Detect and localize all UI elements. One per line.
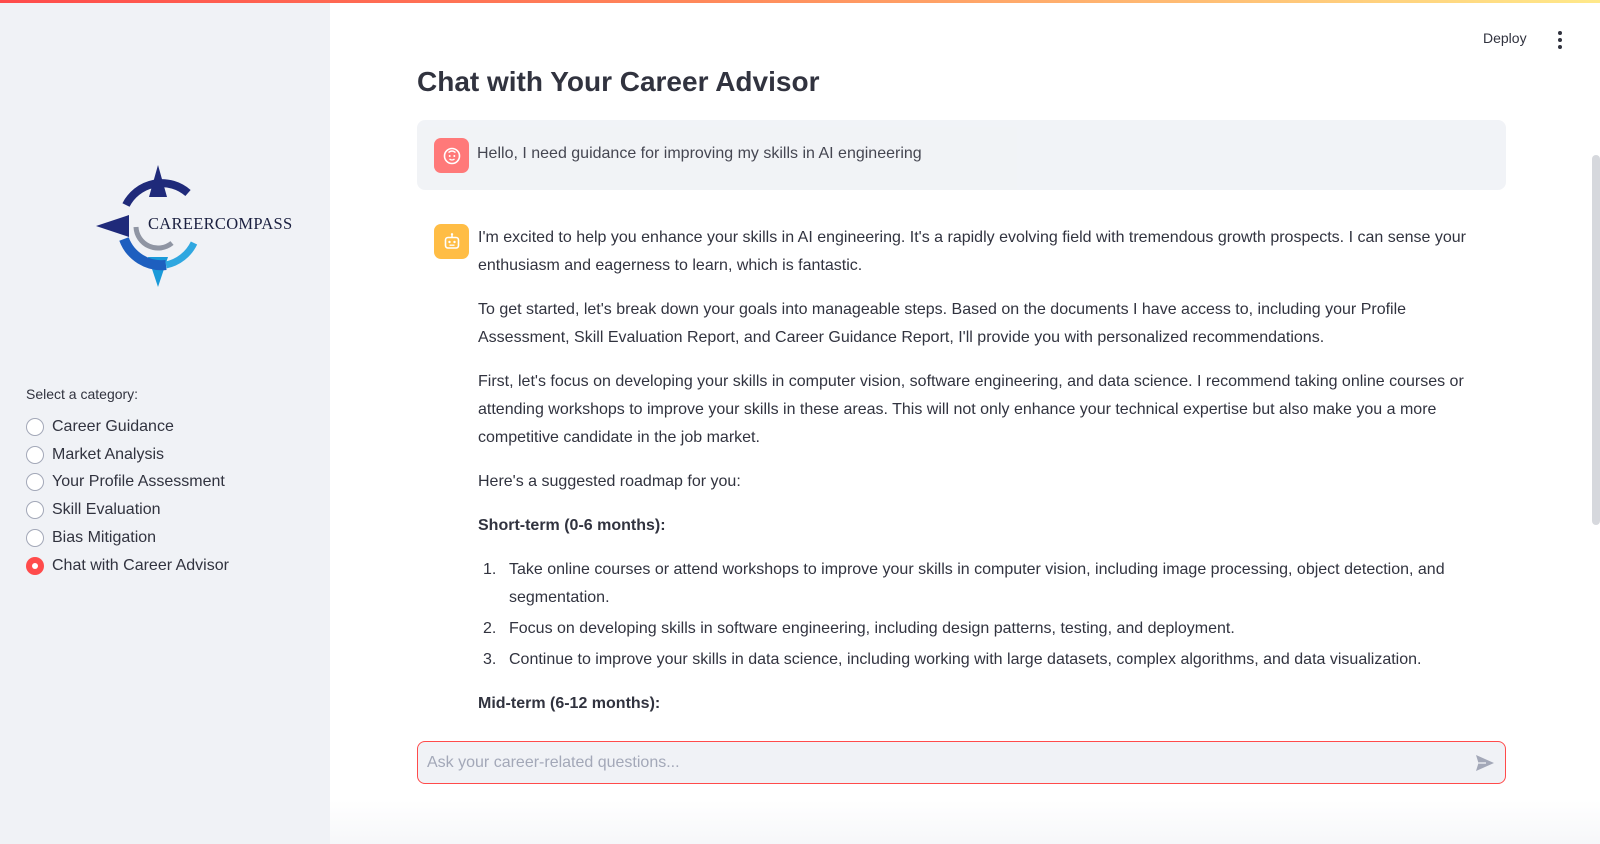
radio-chat-career-advisor[interactable]: Chat with Career Advisor	[26, 552, 229, 580]
radio-button[interactable]	[26, 473, 44, 492]
list-item-number: 2.	[483, 620, 497, 637]
list-item: 1. Take online courses or attend workshop…	[478, 556, 1488, 612]
assistant-avatar-icon	[434, 224, 469, 259]
radio-bias-mitigation[interactable]: Bias Mitigation	[26, 524, 229, 552]
user-avatar-icon	[434, 138, 469, 173]
scrollbar-thumb[interactable]	[1592, 155, 1600, 525]
radio-button[interactable]	[26, 501, 44, 520]
top-decoration-bar	[0, 0, 1600, 3]
short-term-list: 1. Take online courses or attend workshop…	[478, 556, 1488, 674]
assistant-paragraph: First, let's focus on developing your sk…	[478, 373, 1464, 446]
list-item: 3. Continue to improve your skills in dat…	[478, 646, 1488, 674]
user-message-text: Hello, I need guidance for improving my …	[477, 145, 922, 162]
radio-button[interactable]	[26, 417, 44, 436]
list-item-text: Take online courses or attend workshops …	[509, 561, 1445, 606]
radio-button[interactable]	[26, 529, 44, 548]
radio-label: Chat with Career Advisor	[52, 556, 229, 574]
radio-label: Bias Mitigation	[52, 529, 157, 547]
bottom-fade	[330, 800, 1600, 844]
radio-button[interactable]	[26, 445, 44, 464]
radio-label: Market Analysis	[52, 445, 165, 463]
radio-button-selected[interactable]	[26, 556, 44, 575]
list-item-text: Continue to improve your skills in data …	[509, 651, 1422, 668]
short-term-heading: Short-term (0-6 months):	[478, 517, 666, 534]
radio-skill-evaluation[interactable]: Skill Evaluation	[26, 496, 229, 524]
page-title: Chat with Your Career Advisor	[417, 66, 820, 97]
list-item-text: Focus on developing skills in software e…	[509, 620, 1235, 637]
radio-label: Your Profile Assessment	[52, 473, 225, 491]
careercompass-logo: CAREERCOMPASS	[96, 165, 296, 290]
assistant-message: I'm excited to help you enhance your ski…	[478, 224, 1488, 734]
assistant-paragraph: Here's a suggested roadmap for you:	[478, 473, 741, 490]
radio-label: Career Guidance	[52, 417, 174, 435]
category-radio-group: Career Guidance Market Analysis Your Pro…	[26, 413, 229, 580]
chat-input[interactable]	[427, 742, 1447, 783]
radio-market-analysis[interactable]: Market Analysis	[26, 441, 229, 469]
sidebar: CAREERCOMPASS Select a category: Career …	[0, 0, 330, 844]
mid-term-heading: Mid-term (6-12 months):	[478, 695, 661, 712]
kebab-menu-icon[interactable]	[1550, 30, 1570, 50]
list-item-number: 1.	[483, 561, 497, 578]
radio-profile-assessment[interactable]: Your Profile Assessment	[26, 469, 229, 497]
radio-career-guidance[interactable]: Career Guidance	[26, 413, 229, 441]
assistant-paragraph: To get started, let's break down your go…	[478, 301, 1407, 346]
list-item-number: 3.	[483, 651, 497, 668]
assistant-paragraph: I'm excited to help you enhance your ski…	[478, 229, 1466, 274]
list-item: 2. Focus on developing skills in software…	[478, 615, 1488, 643]
category-label: Select a category:	[26, 386, 139, 402]
chat-input-container	[417, 741, 1506, 784]
logo-text: CAREERCOMPASS	[148, 214, 293, 233]
deploy-button[interactable]: Deploy	[1483, 30, 1527, 46]
user-message: Hello, I need guidance for improving my …	[417, 120, 1506, 190]
send-icon[interactable]	[1473, 752, 1497, 774]
radio-label: Skill Evaluation	[52, 501, 161, 519]
